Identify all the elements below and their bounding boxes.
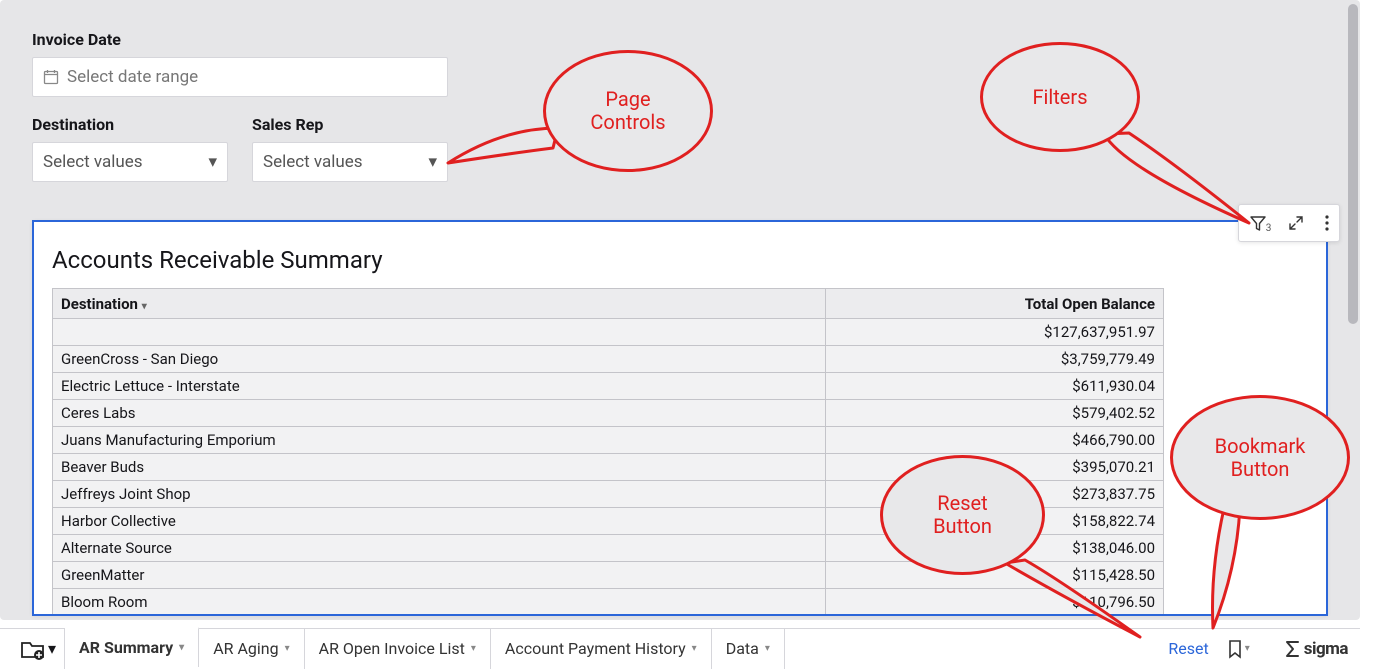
cell-destination: GreenCross - San Diego bbox=[53, 346, 826, 373]
annotation-bookmark-button: Bookmark Button bbox=[1170, 395, 1350, 520]
destination-select[interactable]: Select values ▾ bbox=[32, 142, 228, 182]
tab-data[interactable]: Data ▾ bbox=[712, 629, 785, 669]
cell-destination: Bloom Room bbox=[53, 589, 826, 616]
column-header-balance[interactable]: Total Open Balance bbox=[825, 289, 1163, 319]
sort-caret-icon: ▾ bbox=[142, 301, 147, 312]
tab-label: AR Summary bbox=[79, 638, 173, 657]
column-header-destination[interactable]: Destination ▾ bbox=[53, 289, 826, 319]
cell-destination: Ceres Labs bbox=[53, 400, 826, 427]
expand-button[interactable] bbox=[1288, 215, 1304, 231]
table-row[interactable]: Electric Lettuce - Interstate$611,930.04 bbox=[53, 373, 1164, 400]
brand-logo: sigma bbox=[1284, 639, 1348, 659]
date-placeholder: Select date range bbox=[67, 67, 198, 87]
calendar-icon bbox=[43, 69, 59, 85]
bookmark-icon bbox=[1227, 639, 1243, 659]
chevron-down-icon: ▾ bbox=[471, 643, 476, 654]
expand-icon bbox=[1288, 215, 1304, 231]
table-row[interactable]: Juans Manufacturing Emporium$466,790.00 bbox=[53, 427, 1164, 454]
cell-destination bbox=[53, 319, 826, 346]
chevron-down-icon: ▾ bbox=[1245, 643, 1250, 654]
cell-destination: Belcosta Labs Long Beach bbox=[53, 616, 826, 617]
annotation-tail-icon bbox=[990, 555, 1160, 650]
chevron-down-icon: ▾ bbox=[692, 643, 697, 654]
cell-balance: $466,790.00 bbox=[825, 427, 1163, 454]
sales-rep-label: Sales Rep bbox=[252, 115, 448, 134]
chevron-down-icon: ▾ bbox=[179, 642, 184, 653]
tab-ar-summary[interactable]: AR Summary ▾ bbox=[65, 627, 199, 667]
explore-menu-button[interactable]: ▾ bbox=[12, 629, 65, 669]
cell-balance: $579,402.52 bbox=[825, 400, 1163, 427]
tab-label: AR Open Invoice List bbox=[319, 639, 465, 658]
cell-destination: Electric Lettuce - Interstate bbox=[53, 373, 826, 400]
table-row[interactable]: GreenCross - San Diego$3,759,779.49 bbox=[53, 346, 1164, 373]
sales-rep-select[interactable]: Select values ▾ bbox=[252, 142, 448, 182]
cell-destination: Jeffreys Joint Shop bbox=[53, 481, 826, 508]
sigma-logo-icon bbox=[1284, 640, 1300, 658]
chevron-down-icon: ▾ bbox=[208, 152, 217, 172]
cell-balance: $611,930.04 bbox=[825, 373, 1163, 400]
vertical-scrollbar[interactable] bbox=[1348, 4, 1358, 324]
sales-rep-placeholder: Select values bbox=[263, 152, 363, 172]
chevron-down-icon: ▾ bbox=[48, 639, 56, 658]
annotation-reset-button: Reset Button bbox=[880, 455, 1045, 575]
tab-account-payment-history[interactable]: Account Payment History ▾ bbox=[491, 629, 712, 669]
cell-balance: $3,759,779.49 bbox=[825, 346, 1163, 373]
bookmark-button[interactable]: ▾ bbox=[1227, 639, 1250, 659]
tab-label: AR Aging bbox=[213, 639, 278, 658]
more-menu-button[interactable] bbox=[1325, 214, 1329, 232]
destination-placeholder: Select values bbox=[43, 152, 143, 172]
table-row[interactable]: Ceres Labs$579,402.52 bbox=[53, 400, 1164, 427]
invoice-date-input[interactable]: Select date range bbox=[32, 57, 448, 97]
cell-destination: Beaver Buds bbox=[53, 454, 826, 481]
cell-destination: Juans Manufacturing Emporium bbox=[53, 427, 826, 454]
tab-ar-open-invoice-list[interactable]: AR Open Invoice List ▾ bbox=[305, 629, 491, 669]
tab-label: Data bbox=[726, 639, 759, 658]
cell-destination: Alternate Source bbox=[53, 535, 826, 562]
chevron-down-icon: ▾ bbox=[765, 643, 770, 654]
filter-count-badge: 3 bbox=[1266, 223, 1272, 234]
destination-label: Destination bbox=[32, 115, 228, 134]
cell-destination: Harbor Collective bbox=[53, 508, 826, 535]
folder-plus-icon bbox=[20, 638, 46, 660]
reset-button[interactable]: Reset bbox=[1168, 639, 1208, 658]
tab-ar-aging[interactable]: AR Aging ▾ bbox=[199, 629, 304, 669]
tab-label: Account Payment History bbox=[505, 639, 686, 658]
annotation-page-controls: Page Controls bbox=[543, 50, 713, 172]
annotation-tail-icon bbox=[1084, 128, 1264, 238]
table-row[interactable]: $127,637,951.97 bbox=[53, 319, 1164, 346]
kebab-icon bbox=[1325, 214, 1329, 232]
cell-destination: GreenMatter bbox=[53, 562, 826, 589]
chevron-down-icon: ▾ bbox=[428, 152, 437, 172]
cell-balance: $127,637,951.97 bbox=[825, 319, 1163, 346]
invoice-date-label: Invoice Date bbox=[32, 30, 1328, 49]
chevron-down-icon: ▾ bbox=[285, 643, 290, 654]
annotation-filters: Filters bbox=[980, 42, 1140, 152]
